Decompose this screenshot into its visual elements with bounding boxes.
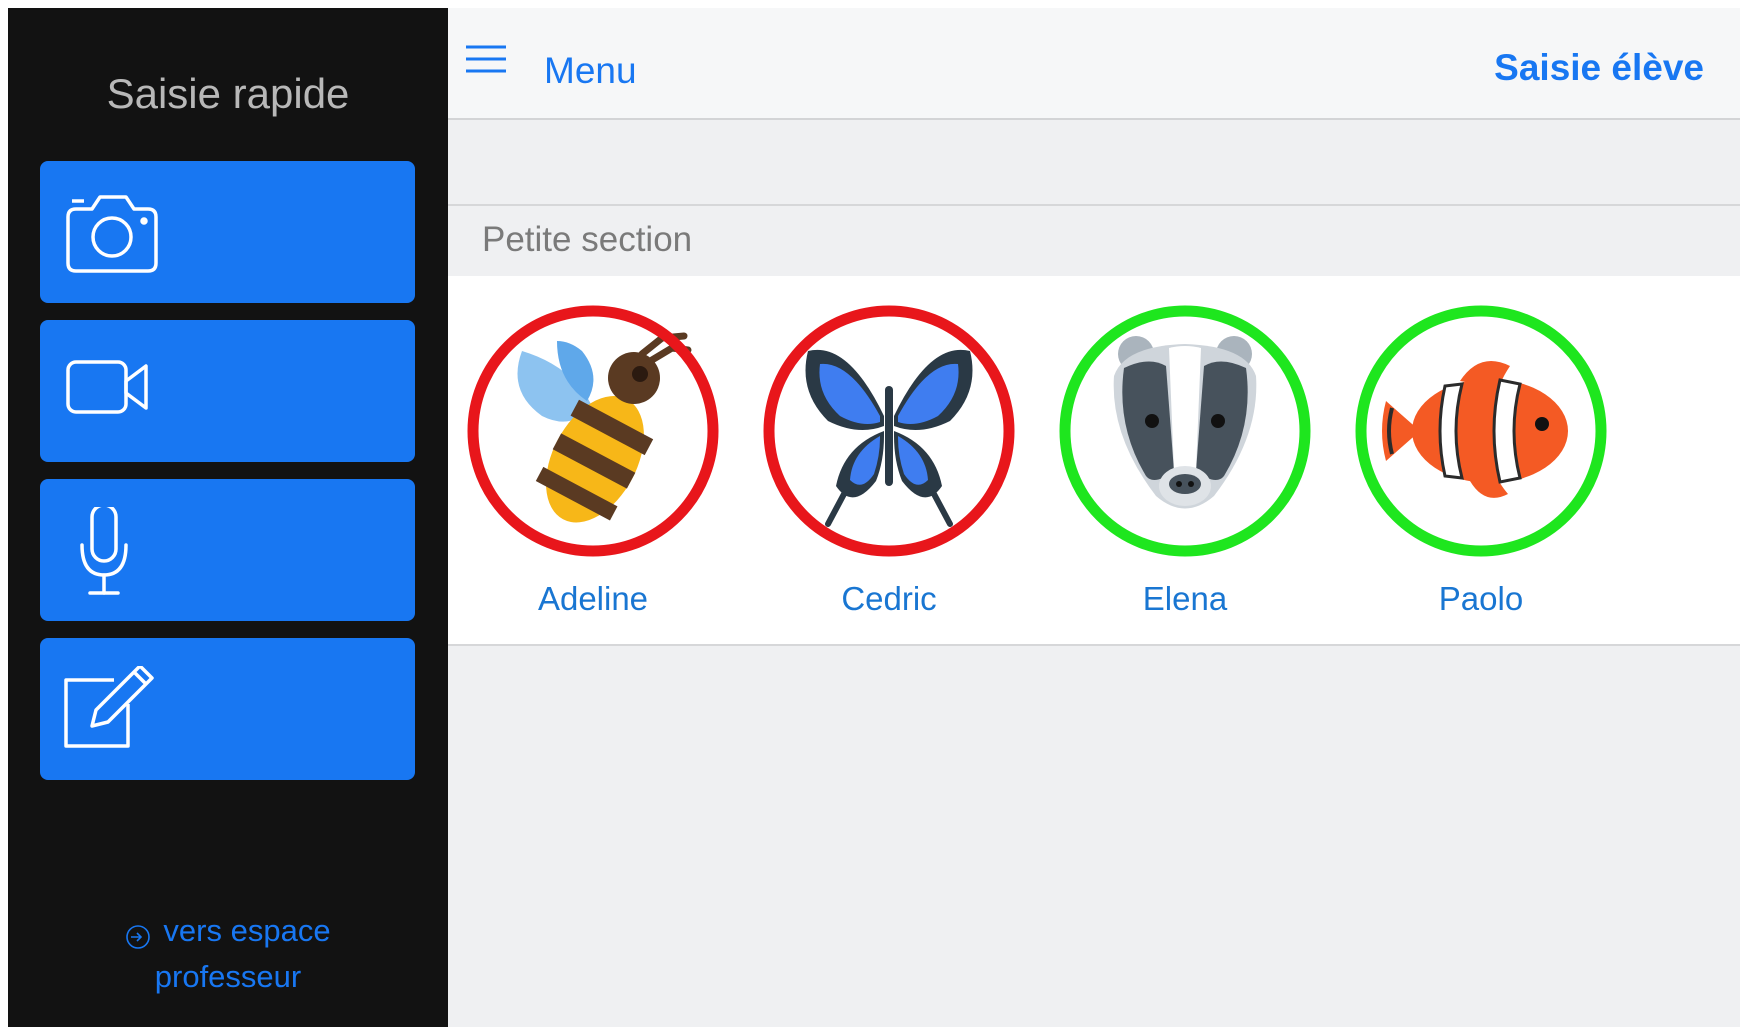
menu-button[interactable]: Menu — [544, 50, 637, 92]
main-panel: Menu Saisie élève Petite section Adeline… — [448, 8, 1740, 1027]
student-name: Elena — [1142, 580, 1228, 617]
video-camera-icon — [62, 348, 172, 438]
student-card[interactable]: Elena — [1054, 296, 1316, 626]
student-card[interactable]: Paolo — [1350, 296, 1612, 626]
student-avatar — [1054, 296, 1316, 566]
app-window: Saisie rapide vers espace professeur Men… — [8, 8, 1740, 1027]
audio-button[interactable] — [40, 479, 415, 621]
camera-icon — [62, 189, 172, 279]
badger-icon — [1059, 305, 1311, 557]
sidebar: Saisie rapide vers espace professeur — [8, 8, 448, 1027]
student-avatar — [758, 296, 1020, 566]
bee-icon — [467, 305, 719, 557]
hamburger-icon[interactable] — [464, 44, 508, 76]
student-name: Adeline — [537, 580, 649, 617]
teacher-link-line1: vers espace — [163, 913, 331, 948]
video-button[interactable] — [40, 320, 415, 462]
student-avatar — [1350, 296, 1612, 566]
sidebar-title: Saisie rapide — [106, 70, 350, 117]
student-name: Cedric — [841, 580, 937, 617]
top-bar: Menu Saisie élève — [448, 8, 1740, 120]
student-card[interactable]: Cedric — [758, 296, 1020, 626]
student-list: Adeline Cedric Elena Paolo — [448, 276, 1740, 646]
screen: Saisie rapide vers espace professeur Men… — [0, 0, 1740, 1027]
clownfish-icon — [1355, 305, 1607, 557]
student-avatar — [462, 296, 724, 566]
login-icon — [125, 917, 151, 949]
teacher-link-line2: professeur — [154, 959, 302, 994]
edit-note-icon — [62, 664, 172, 756]
student-name: Paolo — [1438, 580, 1524, 617]
butterfly-icon — [763, 305, 1015, 557]
section-header: Petite section — [448, 204, 1740, 276]
teacher-space-link[interactable]: vers espace professeur — [98, 908, 358, 1000]
page-title: Saisie élève — [1494, 47, 1704, 88]
section-label: Petite section — [482, 220, 693, 259]
photo-button[interactable] — [40, 161, 415, 303]
student-card[interactable]: Adeline — [462, 296, 724, 626]
note-button[interactable] — [40, 638, 415, 780]
microphone-icon — [62, 503, 172, 597]
